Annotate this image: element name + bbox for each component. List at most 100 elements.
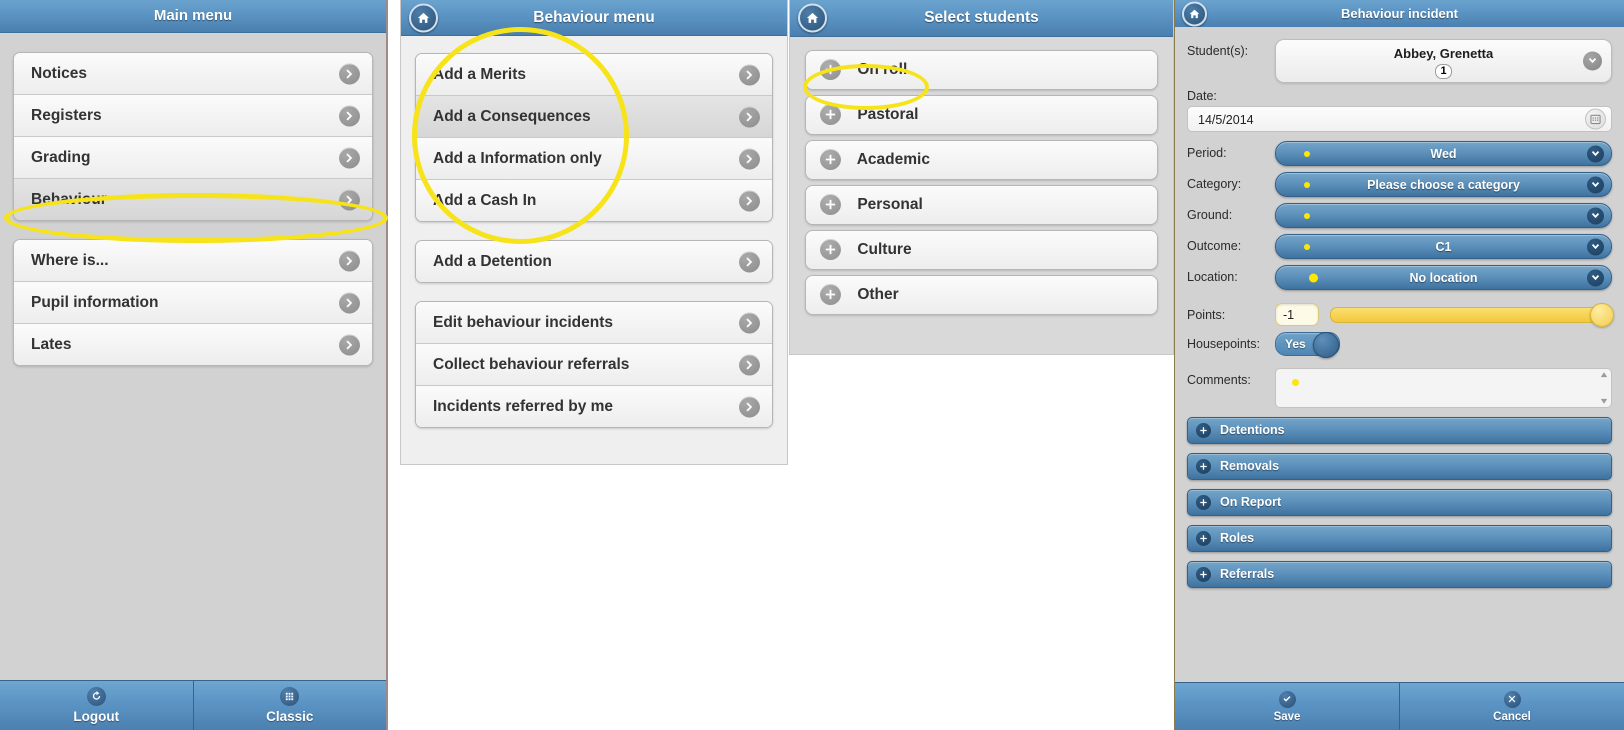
plus-icon (1196, 495, 1211, 510)
menu-item-add-information-only[interactable]: Add a Information only (416, 138, 772, 180)
chevron-down-icon[interactable] (1587, 269, 1604, 286)
points-input[interactable]: -1 (1275, 303, 1319, 326)
main-menu-group-1: Notices Registers Grading Behaviour (13, 52, 373, 221)
chevron-down-icon[interactable] (1587, 207, 1604, 224)
main-menu-panel: Main menu Notices Registers Grading Beha… (0, 0, 388, 730)
slider-knob[interactable] (1590, 302, 1614, 327)
chevron-down-icon[interactable] (1587, 176, 1604, 193)
student-category-other[interactable]: Other (806, 276, 1157, 314)
chevron-down-icon[interactable] (1583, 51, 1602, 71)
date-input[interactable]: 14/5/2014 (1187, 106, 1612, 132)
chevron-right-icon (339, 334, 360, 355)
accordion-on-report[interactable]: On Report (1187, 489, 1612, 516)
accordion-roles[interactable]: Roles (1187, 525, 1612, 552)
behaviour-incident-panel: Behaviour incident Student(s): Abbey, Gr… (1174, 0, 1624, 730)
accordion-detentions[interactable]: Detentions (1187, 417, 1612, 444)
resize-handle[interactable] (1599, 372, 1608, 404)
outcome-select[interactable]: C1 (1275, 234, 1612, 259)
logout-button[interactable]: Logout (0, 681, 193, 730)
menu-item-add-cash-in[interactable]: Add a Cash In (416, 180, 772, 221)
category-label: Category: (1187, 177, 1242, 191)
menu-item-add-detention[interactable]: Add a Detention (416, 241, 772, 282)
accordion-referrals[interactable]: Referrals (1187, 561, 1612, 588)
location-row: Location: No location (1187, 265, 1612, 290)
student-category-on-roll[interactable]: On roll (806, 51, 1157, 89)
location-label: Location: (1187, 270, 1238, 284)
check-icon (1278, 690, 1296, 708)
location-select[interactable]: No location (1275, 265, 1612, 290)
chevron-right-icon (739, 251, 760, 272)
main-menu-footer: Logout Classic (0, 680, 386, 730)
accordion-label: On Report (1220, 495, 1282, 509)
student-category-culture[interactable]: Culture (806, 231, 1157, 269)
comments-textarea[interactable] (1275, 368, 1612, 408)
student-category-personal[interactable]: Personal (806, 186, 1157, 224)
classic-button[interactable]: Classic (192, 681, 386, 730)
student-category-academic[interactable]: Academic (806, 141, 1157, 179)
student-name: Abbey, Grenetta (1393, 46, 1494, 61)
period-select[interactable]: Wed (1275, 141, 1612, 166)
menu-item-add-consequences[interactable]: Add a Consequences (416, 96, 772, 138)
menu-item-edit-behaviour-incidents[interactable]: Edit behaviour incidents (416, 302, 772, 344)
sidebar-item-behaviour[interactable]: Behaviour (14, 179, 372, 220)
points-label: Points: (1187, 308, 1226, 322)
student-label: Student(s): (1187, 44, 1249, 58)
sidebar-item-pupil-information[interactable]: Pupil information (14, 282, 372, 324)
category-select[interactable]: Please choose a category (1275, 172, 1612, 197)
sidebar-item-label: Where is... (31, 252, 109, 269)
sidebar-item-where-is[interactable]: Where is... (14, 240, 372, 282)
plus-icon (820, 59, 841, 81)
menu-item-add-merits[interactable]: Add a Merits (416, 54, 772, 96)
calendar-icon[interactable] (1585, 108, 1606, 130)
ground-select[interactable] (1275, 203, 1612, 228)
housepoints-toggle[interactable]: Yes (1275, 332, 1340, 358)
chevron-right-icon (339, 189, 360, 210)
home-icon[interactable] (798, 3, 827, 33)
sidebar-item-label: Notices (31, 65, 87, 82)
period-value: Wed (1430, 147, 1457, 161)
menu-item-label: Incidents referred by me (433, 398, 614, 415)
classic-label: Classic (266, 709, 314, 724)
select-students-list: On roll Pastoral Academic Personal Cultu… (790, 37, 1173, 354)
status-dot (1304, 243, 1310, 250)
home-icon[interactable] (1182, 1, 1207, 26)
sidebar-item-grading[interactable]: Grading (14, 137, 372, 179)
student-category-pastoral[interactable]: Pastoral (806, 96, 1157, 134)
chevron-down-icon[interactable] (1587, 238, 1604, 255)
home-icon[interactable] (409, 3, 438, 32)
cancel-label: Cancel (1493, 710, 1531, 723)
logout-icon (86, 687, 106, 706)
chevron-right-icon (739, 148, 760, 169)
menu-item-label: Collect behaviour referrals (433, 356, 630, 373)
behaviour-menu-list: Add a Merits Add a Consequences Add a In… (401, 36, 787, 464)
accordion-removals[interactable]: Removals (1187, 453, 1612, 480)
behaviour-group-add: Add a Merits Add a Consequences Add a In… (415, 53, 773, 222)
behaviour-group-detention: Add a Detention (415, 240, 773, 283)
student-group-academic: Academic (805, 140, 1158, 180)
status-dot (1309, 273, 1318, 282)
menu-item-incidents-referred-by-me[interactable]: Incidents referred by me (416, 386, 772, 427)
points-row: Points: -1 (1187, 302, 1614, 327)
chevron-right-icon (739, 106, 760, 127)
menu-item-collect-behaviour-referrals[interactable]: Collect behaviour referrals (416, 344, 772, 386)
menu-item-label: Add a Information only (433, 150, 602, 167)
plus-icon (1196, 459, 1211, 474)
menu-item-label: Add a Consequences (433, 108, 591, 125)
chevron-right-icon (739, 396, 760, 417)
save-button[interactable]: Save (1175, 683, 1399, 730)
housepoints-row: Housepoints: Yes (1187, 332, 1612, 358)
student-select[interactable]: Abbey, Grenetta 1 (1275, 39, 1612, 83)
student-category-label: Pastoral (857, 106, 919, 123)
points-slider[interactable] (1330, 302, 1614, 327)
toggle-knob[interactable] (1313, 332, 1339, 358)
sidebar-item-lates[interactable]: Lates (14, 324, 372, 365)
ground-label: Ground: (1187, 208, 1233, 222)
student-group-other: Other (805, 275, 1158, 315)
main-menu-group-2: Where is... Pupil information Lates (13, 239, 373, 366)
menu-item-label: Add a Merits (433, 66, 527, 83)
chevron-down-icon[interactable] (1587, 145, 1604, 162)
sidebar-item-notices[interactable]: Notices (14, 53, 372, 95)
cancel-button[interactable]: Cancel (1399, 683, 1624, 730)
behaviour-group-manage: Edit behaviour incidents Collect behavio… (415, 301, 773, 428)
sidebar-item-registers[interactable]: Registers (14, 95, 372, 137)
